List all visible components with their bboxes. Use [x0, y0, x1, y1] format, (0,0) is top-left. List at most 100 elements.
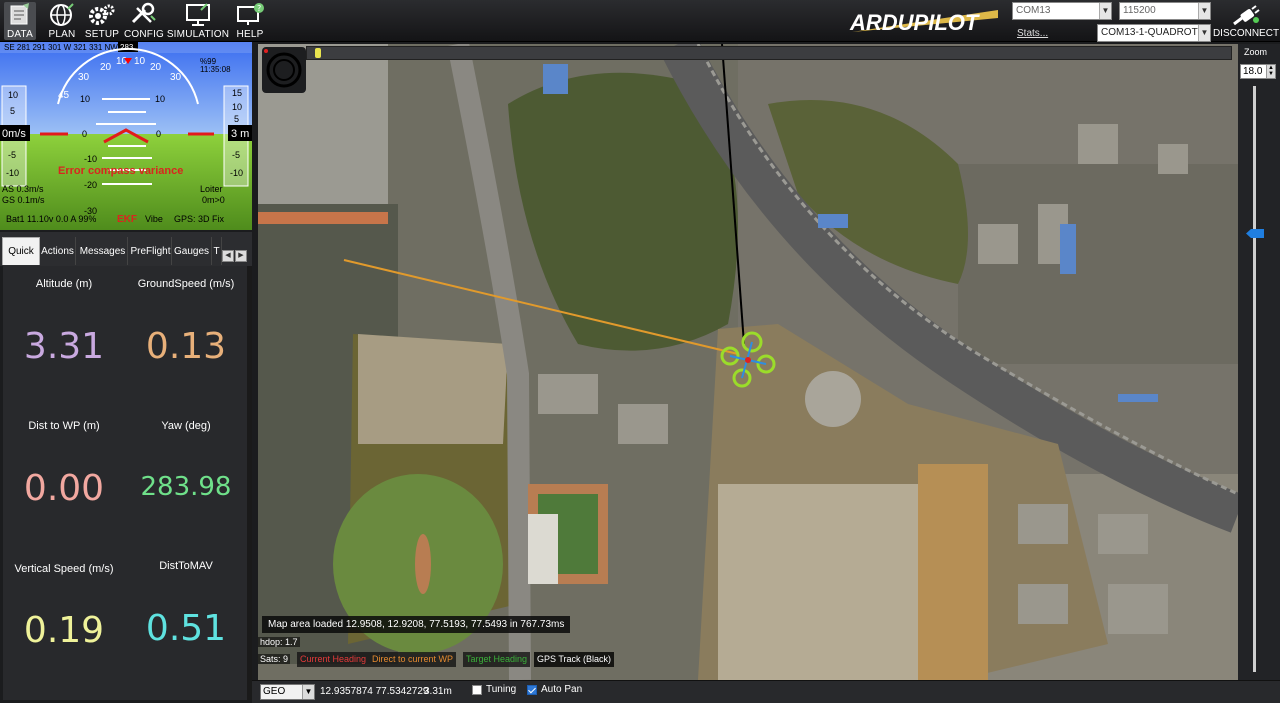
- map-progress-bar: [306, 46, 1232, 60]
- help-monitor-icon: ?: [237, 3, 264, 25]
- map-loaded-message: Map area loaded 12.9508, 12.9208, 77.519…: [262, 616, 571, 633]
- satellite-map[interactable]: [258, 44, 1238, 680]
- alt-tick: 10: [232, 102, 242, 112]
- quick-value-altitude[interactable]: 3.31: [3, 326, 125, 367]
- coordinate-type-select[interactable]: GEO ▼: [260, 684, 315, 700]
- baud-rate-value: 115200: [1123, 5, 1156, 16]
- data-button[interactable]: DATA: [4, 2, 36, 40]
- ekf-status[interactable]: EKF: [117, 214, 137, 225]
- error-message: Error compass variance: [58, 165, 183, 177]
- disconnect-button[interactable]: DISCONNECT: [1213, 4, 1279, 40]
- quick-value-groundspeed[interactable]: 0.13: [125, 326, 247, 367]
- legend-gps-track: GPS Track (Black): [534, 652, 615, 667]
- pitch-label: -10: [84, 154, 97, 164]
- groundspeed-text: GS 0.1m/s: [2, 195, 45, 205]
- quick-value-dist-to-mav[interactable]: 0.51: [125, 608, 247, 649]
- com-port-value: COM13: [1016, 5, 1051, 16]
- heading-value: 283: [120, 43, 134, 52]
- chevron-left-icon[interactable]: ◀: [222, 250, 234, 262]
- status-dot-icon: [264, 49, 268, 53]
- roll-label: 30: [78, 72, 90, 83]
- spinner-icon[interactable]: ▲ ▼: [1266, 65, 1275, 78]
- help-label: HELP: [236, 29, 264, 40]
- setup-button[interactable]: SETUP: [84, 2, 120, 40]
- sats-readout: Sats: 9: [258, 654, 291, 664]
- pitch-label: 10: [155, 94, 165, 104]
- compass-widget: [262, 47, 306, 93]
- flight-mode: Loiter: [200, 184, 223, 194]
- battery-status: Bat1 11.10v 0.0 A 99%: [6, 214, 96, 224]
- tab-more[interactable]: T: [212, 237, 222, 265]
- quick-value-yaw[interactable]: 283.98: [125, 472, 247, 502]
- roll-label: 10: [134, 56, 146, 67]
- vibe-status[interactable]: Vibe: [145, 214, 163, 224]
- tab-gauges[interactable]: Gauges: [172, 237, 212, 265]
- coordinate-type-value: GEO: [263, 686, 286, 697]
- tuning-checkbox[interactable]: Tuning: [472, 684, 516, 695]
- tab-preflight[interactable]: PreFlight: [130, 237, 172, 265]
- zoom-slider-thumb[interactable]: [1246, 229, 1264, 238]
- tab-actions[interactable]: Actions: [40, 237, 76, 265]
- globe-icon: [50, 3, 74, 26]
- quick-value-vertical-speed[interactable]: 0.19: [3, 610, 125, 651]
- flight-hud: SE 281 291 301 W 321 331 NW 351 283 %99 …: [0, 42, 252, 230]
- quick-label-vertical-speed: Vertical Speed (m/s): [14, 563, 114, 575]
- tab-quick[interactable]: Quick: [2, 237, 40, 265]
- panel-splitter[interactable]: [247, 266, 252, 700]
- stats-link[interactable]: Stats...: [1017, 28, 1048, 39]
- gps-status: GPS: 3D Fix: [174, 214, 225, 224]
- simulation-button[interactable]: SIMULATION: [167, 2, 229, 40]
- altitude-readout: 3 m: [231, 128, 249, 140]
- svg-text:?: ?: [257, 4, 261, 13]
- speed-readout: 0m/s: [2, 128, 26, 140]
- quick-value-dist-to-wp[interactable]: 0.00: [3, 468, 125, 509]
- quick-label-dist-to-wp: Dist to WP (m): [28, 420, 100, 432]
- tab-messages[interactable]: Messages: [78, 237, 128, 265]
- logo-text: ARDUPILOT: [849, 10, 980, 35]
- quick-panel: Altitude (m) 3.31 GroundSpeed (m/s) 0.13…: [3, 266, 247, 700]
- cursor-altitude: 3.31m: [424, 686, 452, 697]
- monitor-icon: [186, 3, 210, 26]
- plug-icon: [1233, 5, 1260, 26]
- roll-label: 20: [100, 62, 112, 73]
- config-label: CONFIG: [123, 29, 165, 40]
- progress-knob[interactable]: [315, 48, 321, 58]
- wrench-icon: [131, 2, 156, 24]
- pitch-label: 0: [82, 129, 87, 139]
- chevron-down-icon: ▼: [1099, 3, 1111, 19]
- pitch-label: 10: [80, 94, 90, 104]
- speed-tick: -5: [8, 150, 16, 160]
- config-button[interactable]: CONFIG: [124, 2, 164, 40]
- speed-tick: 10: [8, 90, 18, 100]
- pitch-label: 0: [156, 129, 161, 139]
- quick-label-yaw: Yaw (deg): [161, 420, 211, 432]
- help-button[interactable]: ? HELP: [233, 2, 267, 40]
- alt-tick: 15: [232, 88, 242, 98]
- speed-tick: -10: [6, 168, 19, 178]
- tuning-label: Tuning: [486, 684, 517, 695]
- roll-label: 45: [58, 90, 70, 101]
- legend-direct-wp: Direct to current WP: [369, 652, 457, 667]
- checkbox-box[interactable]: [472, 684, 482, 695]
- ardupilot-logo: ARDUPILOT: [849, 10, 998, 35]
- hud-time: 11:35:08: [200, 65, 231, 74]
- autopan-checkbox[interactable]: Auto Pan: [527, 684, 582, 695]
- vehicle-select[interactable]: COM13-1-QUADROTOR ▼: [1097, 24, 1211, 42]
- zoom-label: Zoom: [1244, 47, 1268, 57]
- chevron-right-icon[interactable]: ▶: [235, 250, 247, 262]
- roll-label: 20: [150, 62, 162, 73]
- cursor-coordinates: 12.9357874 77.5342729: [320, 686, 429, 697]
- data-label: DATA: [7, 29, 33, 40]
- data-icon: [10, 3, 29, 25]
- alt-tick: 5: [234, 114, 239, 124]
- checkbox-checked[interactable]: [527, 684, 537, 695]
- zoom-slider[interactable]: [1253, 86, 1256, 672]
- plan-button[interactable]: PLAN: [44, 2, 80, 40]
- vehicle-value: COM13-1-QUADROTOR: [1101, 27, 1199, 38]
- zoom-input[interactable]: 18.0 ▲ ▼: [1240, 64, 1276, 79]
- com-port-select[interactable]: COM13 ▼: [1012, 2, 1112, 20]
- baud-rate-select[interactable]: 115200 ▼: [1119, 2, 1211, 20]
- chevron-down-icon: ▼: [1198, 3, 1210, 19]
- speed-tick: 5: [10, 106, 15, 116]
- setup-label: SETUP: [84, 29, 120, 40]
